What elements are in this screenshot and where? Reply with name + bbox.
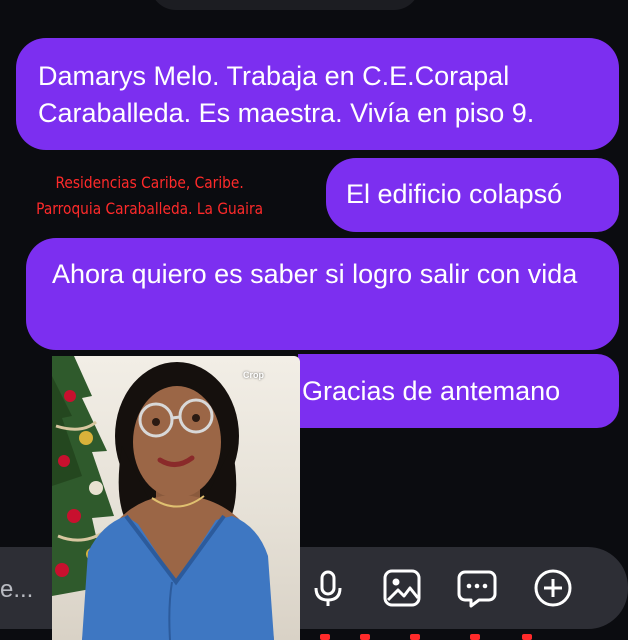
mic-icon[interactable] xyxy=(308,568,348,608)
message-text: El edificio colapsó xyxy=(346,179,563,209)
cropped-caption-fragment xyxy=(300,630,540,640)
previous-message-stub xyxy=(150,0,420,10)
caption-line-2: Parroquia Caraballeda. La Guaira xyxy=(36,199,264,218)
crop-label[interactable]: Crop xyxy=(243,370,264,380)
add-icon[interactable] xyxy=(533,568,573,608)
message-bubble[interactable]: Damarys Melo. Trabaja en C.E.Corapal Car… xyxy=(16,38,619,150)
caption-line-1: Residencias Caribe, Caribe. xyxy=(55,173,244,192)
message-text: Ahora quiero es saber si logro salir con… xyxy=(52,259,578,289)
attached-photo[interactable]: Crop xyxy=(52,356,300,640)
message-text: Damarys Melo. Trabaja en C.E.Corapal Car… xyxy=(38,61,535,128)
message-input[interactable]: e... xyxy=(0,576,33,604)
photo-illustration xyxy=(52,356,274,640)
message-bubble[interactable]: El edificio colapsó xyxy=(326,158,619,232)
message-text: Gracias de antemano xyxy=(302,376,561,406)
sticker-icon[interactable] xyxy=(457,568,497,608)
gallery-icon[interactable] xyxy=(382,568,422,608)
location-caption: Residencias Caribe, Caribe. Parroquia Ca… xyxy=(12,170,287,222)
message-bubble[interactable]: Ahora quiero es saber si logro salir con… xyxy=(26,238,619,350)
message-bubble[interactable]: Gracias de antemano xyxy=(298,354,619,428)
